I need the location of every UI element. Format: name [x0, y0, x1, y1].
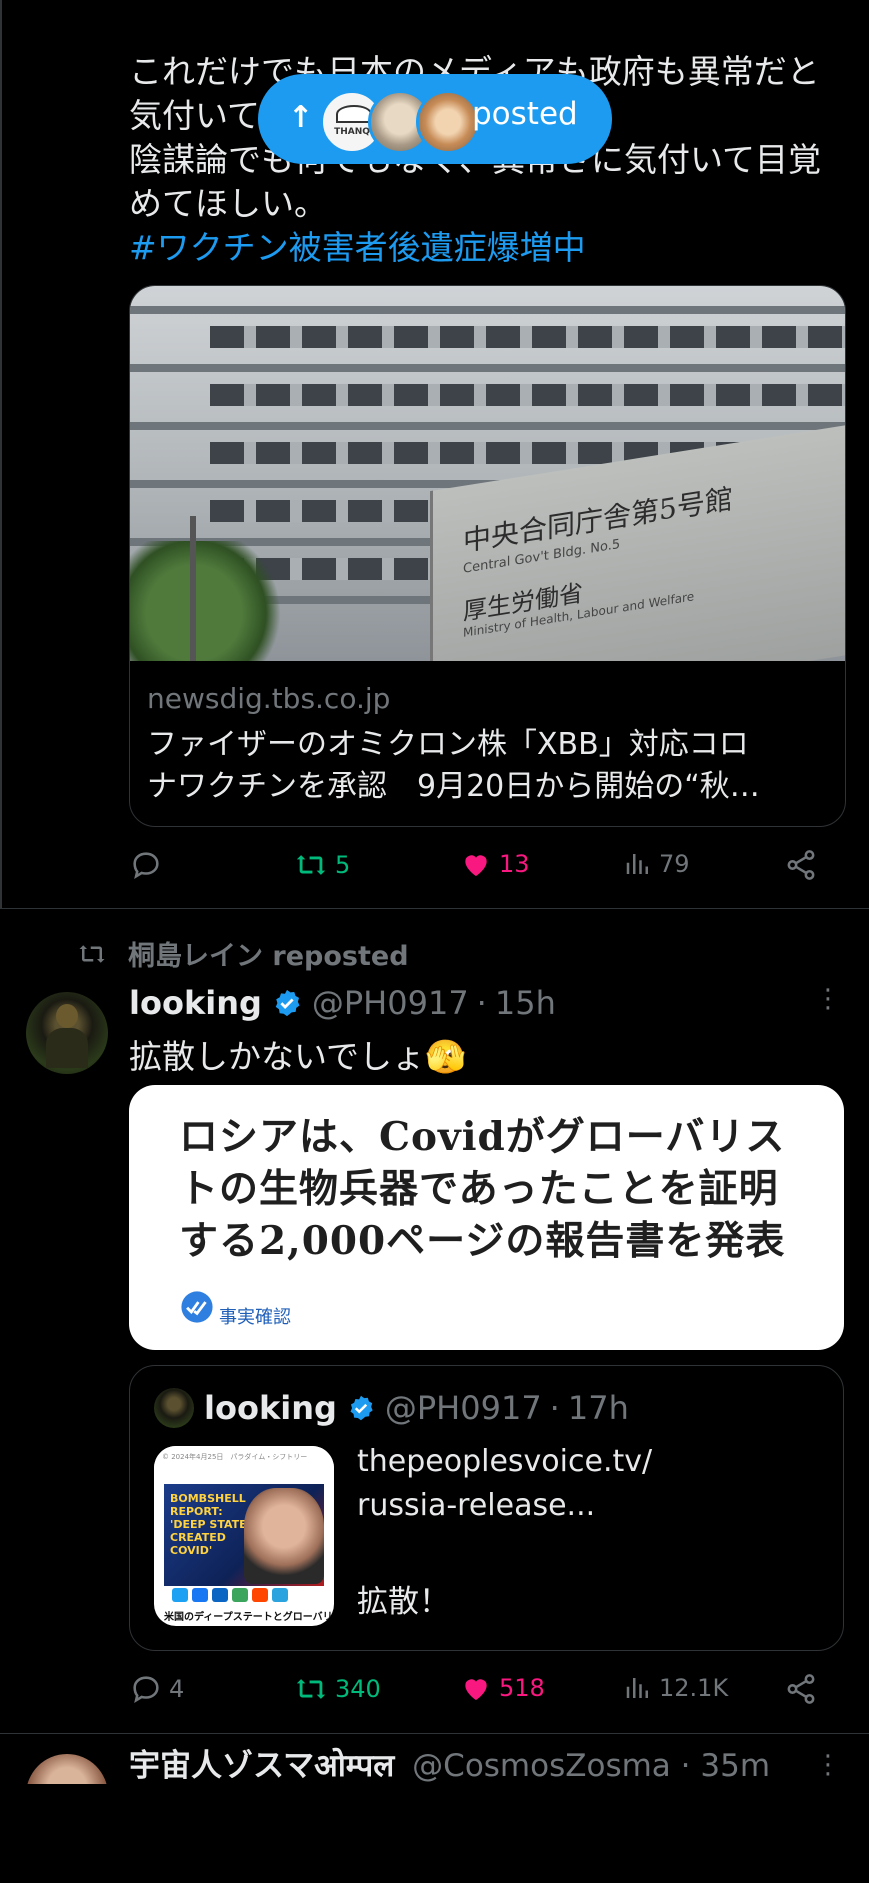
quote-time: 17h — [567, 1389, 629, 1427]
quote-link[interactable]: thepeoplesvoice.tv/ russia-release... — [357, 1440, 652, 1528]
repost-icon — [296, 855, 326, 875]
post-3-preview: 宇宙人ゾスマओम्पल @CosmosZosma · 35m ⋮ — [0, 1734, 869, 1784]
share-button[interactable] — [784, 1672, 818, 1706]
post-time[interactable]: 35m — [700, 1748, 770, 1784]
arrow-up-icon: ↑ — [288, 100, 314, 135]
share-icon — [787, 850, 815, 880]
quoted-post[interactable]: looking @PH0917 · 17h © 2024年4月25日 パラダイム… — [129, 1365, 844, 1651]
author-name-suffix: ओम्पल — [314, 1748, 395, 1784]
like-button[interactable]: 13 — [459, 848, 530, 880]
hashtag-link[interactable]: #ワクチン被害者後遺症爆増中 — [129, 226, 839, 270]
quote-author-name: looking — [204, 1389, 337, 1427]
share-button[interactable] — [784, 848, 818, 882]
repost-count: 5 — [335, 851, 351, 879]
repost-context[interactable]: 桐島レイン reposted — [76, 934, 409, 973]
headline-image[interactable]: ロシアは、Covidがグローバリス トの生物兵器であったことを証明 する2,00… — [129, 1085, 844, 1350]
verified-badge-icon — [275, 989, 300, 1017]
post-text-line: めてほしい。 — [129, 184, 327, 223]
post-divider — [0, 908, 869, 909]
quote-link-line: russia-release... — [357, 1488, 596, 1523]
author-handle[interactable]: @CosmosZosma — [412, 1748, 671, 1784]
headline-line: トの生物兵器であったことを証明 — [179, 1166, 779, 1212]
author-name[interactable]: looking — [129, 984, 262, 1022]
reply-icon — [133, 852, 159, 879]
fact-check-label: 事実確認 — [219, 1307, 291, 1328]
like-count: 13 — [499, 850, 530, 878]
headline-text: ロシアは、Covidがグローバリス トの生物兵器であったことを証明 する2,00… — [179, 1111, 819, 1267]
card-title: ファイザーのオミクロン株「XBB」対応コロ ナワクチンを承認 9月20日から開始… — [147, 724, 827, 808]
repost-button[interactable]: 340 — [293, 1672, 381, 1706]
card-title-line: ファイザーのオミクロン株「XBB」対応コロ — [147, 727, 749, 762]
share-icons-row — [172, 1588, 288, 1602]
like-button[interactable]: 518 — [459, 1672, 545, 1704]
reply-button[interactable] — [129, 848, 163, 882]
ministry-building-photo: 中央合同庁舎第5号館 Central Gov't Bldg. No.5 厚生労働… — [130, 286, 845, 661]
mail-icon — [232, 1588, 248, 1602]
new-posts-pill[interactable]: ↑ THANQ posted — [258, 74, 612, 164]
post-header: 宇宙人ゾスマओम्पल @CosmosZosma · 35m — [129, 1740, 770, 1784]
quote-link-line: thepeoplesvoice.tv/ — [357, 1444, 653, 1479]
post-actions: 5 13 79 — [129, 848, 829, 888]
headline-line: する2,000ページの報告書を発表 — [179, 1218, 786, 1264]
analytics-icon — [626, 854, 648, 874]
link-card[interactable]: 中央合同庁舎第5号館 Central Gov't Bldg. No.5 厚生労働… — [129, 285, 846, 827]
reply-button[interactable]: 4 — [129, 1672, 184, 1706]
views-count: 79 — [659, 850, 690, 878]
headline-line: ロシアは、Covidがグローバリス — [179, 1114, 786, 1160]
repost-icon — [79, 944, 105, 963]
dot-separator: · — [680, 1748, 701, 1784]
heart-icon — [465, 855, 487, 876]
author-handle[interactable]: @PH0917 — [312, 984, 469, 1022]
repost-count: 340 — [335, 1675, 381, 1703]
post-time[interactable]: 15h — [495, 984, 556, 1022]
views-button[interactable]: 12.1K — [623, 1672, 728, 1704]
card-title-line: ナワクチンを承認 9月20日から開始の“秋… — [147, 769, 760, 804]
more-options-icon[interactable]: ⋮ — [813, 986, 843, 1012]
repost-icon — [296, 1679, 326, 1699]
quote-avatar — [154, 1388, 194, 1428]
dot-separator: · — [549, 1389, 560, 1427]
repost-button[interactable]: 5 — [293, 848, 350, 882]
linkedin-icon — [212, 1588, 228, 1602]
like-count: 518 — [499, 1674, 545, 1702]
post-actions: 4 340 518 12.1K — [129, 1672, 829, 1712]
thumb-caption: 米国のディープステートとグローバリスト — [164, 1612, 333, 1623]
more-options-icon[interactable]: ⋮ — [813, 1750, 843, 1780]
cosmoszosma-avatar[interactable] — [26, 1754, 108, 1784]
card-domain: newsdig.tbs.co.jp — [147, 682, 391, 715]
heart-icon — [465, 1679, 487, 1700]
dot-separator: · — [476, 984, 487, 1022]
quote-header: looking @PH0917 · 17h — [154, 1388, 629, 1428]
post-text: 拡散しかないでしょ🫣 — [129, 1037, 467, 1076]
quote-author-handle: @PH0917 — [384, 1389, 542, 1427]
fact-check-badge: 事実確認 — [179, 1285, 291, 1329]
share-icon — [787, 1674, 815, 1704]
verified-badge-icon — [350, 1395, 373, 1421]
facebook-icon — [192, 1588, 208, 1602]
repost-by-label: 桐島レイン reposted — [128, 941, 409, 972]
twitter-icon — [172, 1588, 188, 1602]
views-button[interactable]: 79 — [623, 848, 690, 880]
quote-text: 拡散！ — [357, 1584, 450, 1620]
quote-thumbnail: © 2024年4月25日 パラダイム・シフトリー BOMBSHELL REPOR… — [154, 1446, 334, 1626]
double-check-icon — [181, 1291, 213, 1323]
portrait-image — [244, 1488, 324, 1584]
views-count: 12.1K — [659, 1674, 729, 1702]
timeline-edge — [0, 0, 2, 908]
analytics-icon — [626, 1678, 648, 1698]
pill-label: posted — [472, 96, 578, 132]
thumb-top-text: © 2024年4月25日 パラダイム・シフトリー — [162, 1453, 308, 1461]
post-header: looking @PH0917 · 15h — [129, 984, 556, 1022]
telegram-icon — [272, 1588, 288, 1602]
reply-count: 4 — [169, 1675, 185, 1703]
reply-icon — [133, 1676, 159, 1703]
looking-avatar[interactable] — [26, 992, 108, 1074]
reddit-icon — [252, 1588, 268, 1602]
author-name[interactable]: 宇宙人ゾスマ — [129, 1748, 314, 1784]
cat-avatar — [416, 90, 480, 154]
